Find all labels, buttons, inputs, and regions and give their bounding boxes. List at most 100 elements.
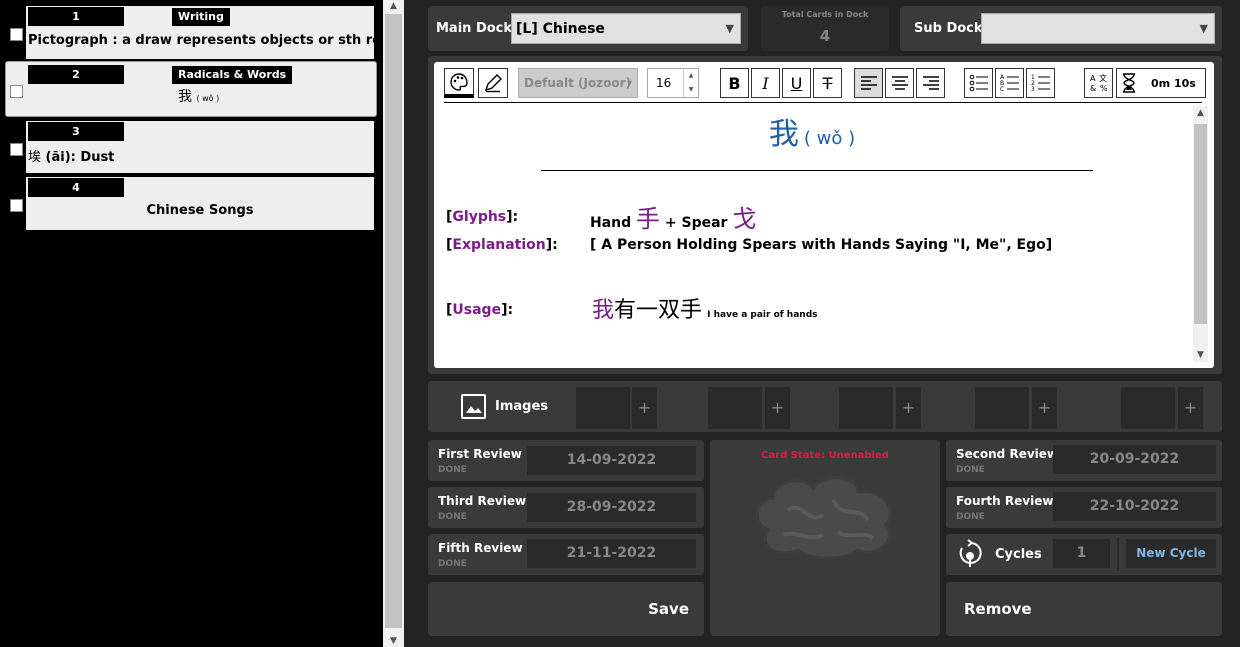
- stepper-arrows-icon[interactable]: ▲ ▼: [683, 69, 698, 97]
- usage-translation: I have a pair of hands: [707, 310, 818, 320]
- fifth-review-date: 21-11-2022: [527, 539, 696, 568]
- strikethrough-button[interactable]: T: [813, 68, 842, 98]
- scroll-thumb[interactable]: [385, 14, 402, 628]
- palette-icon[interactable]: [444, 68, 474, 98]
- main-dock-value: [L] Chinese: [516, 21, 605, 37]
- editor-content[interactable]: 我 ( wǒ ) [Glyphs]: Hand 手 + Spear 戈 [Exp…: [434, 104, 1190, 366]
- first-review-status: DONE: [438, 465, 467, 475]
- scroll-up-icon[interactable]: ▲: [383, 1, 404, 11]
- list-bullet-icon[interactable]: [964, 68, 993, 98]
- images-label: Images: [495, 399, 549, 414]
- card-item-2[interactable]: 2 Radicals & Words 我 ( wǒ ): [5, 61, 377, 117]
- usage-value: 我有一双手 I have a pair of hands: [592, 292, 818, 324]
- card-rest: : Dust: [70, 150, 115, 165]
- list-number-icon[interactable]: 123: [1026, 68, 1055, 98]
- explanation-label: [Explanation]:: [446, 237, 558, 253]
- card-4-checkbox[interactable]: [10, 199, 23, 212]
- card-char: 埃: [28, 150, 42, 165]
- editor-scrollbar[interactable]: ▲ ▼: [1193, 106, 1208, 362]
- hourglass-icon: [1123, 73, 1135, 93]
- svg-text:%: %: [1100, 84, 1108, 93]
- fourth-review-date: 22-10-2022: [1053, 492, 1216, 521]
- fifth-review-panel: Fifth Review DONE 21-11-2022: [428, 534, 704, 575]
- new-cycle-button[interactable]: New Cycle: [1126, 539, 1216, 568]
- total-cards-label: Total Cards in Dock: [781, 10, 869, 19]
- font-family-select[interactable]: Defualt (Jozoor) ▾: [518, 68, 638, 98]
- card-tag: Writing: [172, 8, 230, 26]
- svg-text:&: &: [1090, 84, 1096, 93]
- bold-button[interactable]: B: [720, 68, 749, 98]
- card-state-label: Card State: Unenabled: [761, 450, 889, 461]
- align-group: [854, 68, 947, 98]
- fourth-review-label: Fourth Review: [956, 494, 1054, 508]
- chevron-down-icon: ▼: [725, 22, 734, 35]
- card-1-checkbox[interactable]: [10, 28, 23, 41]
- glyph-hand-char: 手: [636, 205, 661, 233]
- align-center-icon[interactable]: [885, 68, 914, 98]
- add-image-button[interactable]: +: [632, 387, 657, 429]
- card-number: 4: [28, 178, 124, 197]
- image-slot[interactable]: [576, 387, 630, 429]
- underline-button[interactable]: U: [782, 68, 811, 98]
- fourth-review-status: DONE: [956, 512, 985, 522]
- scroll-thumb[interactable]: [1194, 124, 1207, 324]
- cycles-panel: Cycles 1 New Cycle: [946, 534, 1222, 575]
- list-alpha-icon[interactable]: ABC: [995, 68, 1024, 98]
- fifth-review-status: DONE: [438, 559, 467, 569]
- save-button[interactable]: Save: [428, 582, 704, 636]
- cycles-label: Cycles: [995, 547, 1042, 562]
- usage-char: 我: [592, 298, 615, 323]
- glyphs-label: [Glyphs]:: [446, 209, 519, 225]
- sub-dock-panel: Sub Dock ▼: [900, 6, 1222, 51]
- second-review-date: 20-09-2022: [1053, 445, 1216, 474]
- font-family-value: Defualt (Jozoor): [524, 76, 632, 90]
- third-review-label: Third Review: [438, 494, 527, 508]
- card-3-checkbox[interactable]: [10, 143, 23, 156]
- editor-title: 我 ( wǒ ): [434, 109, 1190, 153]
- chevron-down-icon: ▼: [1199, 22, 1208, 35]
- svg-text:文: 文: [1099, 73, 1107, 83]
- sub-dock-label: Sub Dock: [914, 21, 983, 36]
- glyph-spear-char: 戈: [732, 205, 757, 233]
- explanation-value: [ A Person Holding Spears with Hands Say…: [590, 237, 1053, 253]
- scroll-down-icon[interactable]: ▼: [1193, 350, 1208, 360]
- card-item-4[interactable]: 4 Chinese Songs: [26, 177, 374, 230]
- image-slot[interactable]: [839, 387, 893, 429]
- second-review-status: DONE: [956, 465, 985, 475]
- timer-value: 0m 10s: [1151, 76, 1196, 90]
- image-slot[interactable]: [1121, 387, 1175, 429]
- first-review-panel: First Review DONE 14-09-2022: [428, 440, 704, 481]
- main-dock-select[interactable]: [L] Chinese ▼: [511, 13, 741, 44]
- align-left-icon[interactable]: [854, 68, 883, 98]
- brain-icon: [755, 475, 892, 560]
- image-icon: [461, 394, 486, 419]
- add-image-button[interactable]: +: [765, 387, 790, 429]
- card-pinyin: ( wǒ ): [196, 94, 220, 103]
- add-image-button[interactable]: +: [896, 387, 921, 429]
- add-image-button[interactable]: +: [1178, 387, 1203, 429]
- italic-button[interactable]: I: [751, 68, 780, 98]
- images-panel: Images + + + + +: [428, 381, 1222, 432]
- card-item-3[interactable]: 3 埃 (āi): Dust: [26, 121, 374, 173]
- card-item-1[interactable]: 1 Writing Pictograph : a draw represents…: [26, 6, 383, 59]
- card-list-scrollbar[interactable]: ▲ ▼: [383, 0, 404, 647]
- scroll-down-icon[interactable]: ▼: [383, 636, 404, 646]
- remove-button[interactable]: Remove: [946, 582, 1222, 636]
- pen-icon[interactable]: [478, 68, 508, 98]
- svg-text:A: A: [1090, 74, 1096, 83]
- font-size-stepper[interactable]: 16 ▲ ▼: [647, 68, 699, 98]
- usage-rest: 有一双手: [614, 298, 703, 323]
- image-slot[interactable]: [975, 387, 1029, 429]
- sub-dock-select[interactable]: ▼: [981, 13, 1215, 44]
- card-2-checkbox[interactable]: [10, 85, 23, 98]
- main-dock-label: Main Dock: [436, 21, 513, 36]
- first-review-date: 14-09-2022: [527, 446, 696, 475]
- card-number: 1: [28, 7, 124, 26]
- spellcheck-icon[interactable]: A 文 &%: [1084, 68, 1113, 98]
- font-size-value: 16: [656, 76, 672, 90]
- card-number: 2: [28, 65, 124, 84]
- add-image-button[interactable]: +: [1032, 387, 1057, 429]
- image-slot[interactable]: [708, 387, 762, 429]
- scroll-up-icon[interactable]: ▲: [1193, 108, 1208, 118]
- align-right-icon[interactable]: [916, 68, 945, 98]
